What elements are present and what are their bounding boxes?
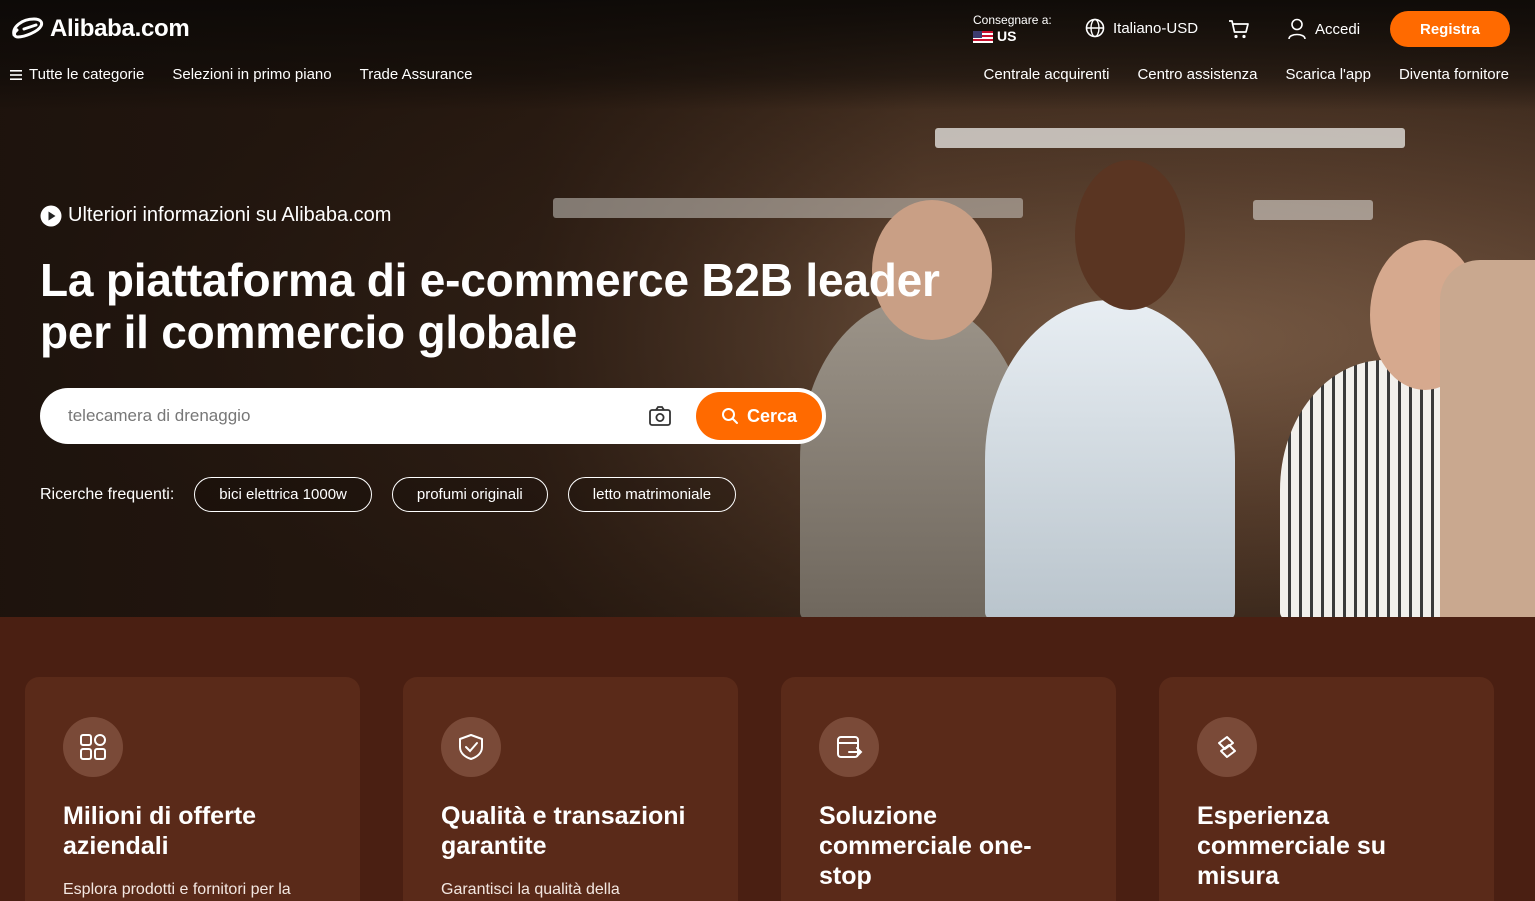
nav-item-label: Tutte le categorie xyxy=(29,66,145,83)
feature-card-title: Milioni di offerte aziendali xyxy=(63,802,257,860)
frequent-searches-label: Ricerche frequenti: xyxy=(40,485,175,503)
user-icon xyxy=(1288,18,1306,40)
sign-in-label: Accedi xyxy=(1315,20,1361,38)
language-currency-label: Italiano-USD xyxy=(1113,19,1199,37)
feature-cards: Milioni di offerte aziendali Esplora pro… xyxy=(25,677,1494,901)
grid-icon xyxy=(63,717,123,777)
cart-icon[interactable] xyxy=(1227,17,1251,41)
hero-person-head xyxy=(1075,160,1185,310)
search-button-label: Cerca xyxy=(746,405,798,426)
tailored-icon xyxy=(1197,717,1257,777)
alibaba-logo[interactable]: Alibaba.com xyxy=(10,15,190,43)
frequent-searches: Ricerche frequenti: bici elettrica 1000w… xyxy=(40,477,737,512)
camera-search-icon[interactable] xyxy=(648,405,672,427)
us-flag-icon xyxy=(973,30,993,43)
nav-buyer-central[interactable]: Centrale acquirenti xyxy=(984,66,1110,83)
feature-card-title: Soluzione commerciale one-stop xyxy=(819,802,1032,890)
learn-more-link[interactable]: Ulteriori informazioni su Alibaba.com xyxy=(40,204,391,227)
headline-line: La piattaforma di e-commerce B2B leader xyxy=(40,254,940,306)
feature-card-desc: Esplora prodotti e fornitori per la xyxy=(63,881,291,898)
secondary-nav: Centrale acquirenti Centro assistenza Sc… xyxy=(984,66,1509,83)
nav-featured-selections[interactable]: Selezioni in primo piano xyxy=(172,66,331,83)
search-button[interactable]: Cerca xyxy=(696,392,822,440)
header-shade xyxy=(0,0,1535,110)
nav-item-label: Trade Assurance xyxy=(359,66,473,83)
feature-card: Esperienza commerciale su misura xyxy=(1159,677,1494,901)
hero-person-body xyxy=(985,300,1235,617)
nav-item-label: Selezioni in primo piano xyxy=(172,66,332,83)
feature-card: Soluzione commerciale one-stop xyxy=(781,677,1116,901)
feature-card-title: Esperienza commerciale su misura xyxy=(1197,802,1386,890)
language-currency-selector[interactable]: Italiano-USD xyxy=(1085,18,1198,38)
register-button[interactable]: Registra xyxy=(1390,11,1510,47)
headline-line: per il commercio globale xyxy=(40,306,578,358)
feature-card: Qualità e transazioni garantite Garantis… xyxy=(403,677,738,901)
card-transfer-icon xyxy=(819,717,879,777)
nav-become-supplier[interactable]: Diventa fornitore xyxy=(1399,66,1509,83)
ship-to-selector[interactable]: Consegnare a: US xyxy=(973,13,1052,44)
search-bar: Cerca xyxy=(40,388,826,444)
search-chip[interactable]: letto matrimoniale xyxy=(567,477,737,512)
search-icon xyxy=(721,408,738,424)
globe-icon xyxy=(1085,18,1105,38)
search-chip[interactable]: profumi originali xyxy=(391,477,548,512)
shield-check-icon xyxy=(441,717,501,777)
primary-nav: Tutte le categorie Selezioni in primo pi… xyxy=(10,66,472,83)
search-input[interactable] xyxy=(40,388,648,444)
ship-to-label: Consegnare a: xyxy=(973,13,1052,27)
nav-trade-assurance[interactable]: Trade Assurance xyxy=(360,66,473,83)
search-chip[interactable]: bici elettrica 1000w xyxy=(194,477,372,512)
sign-in-link[interactable]: Accedi xyxy=(1287,18,1360,40)
hero-headline: La piattaforma di e-commerce B2B leader … xyxy=(40,254,960,358)
decor-lamp xyxy=(1253,200,1373,220)
hero-person-body xyxy=(1440,260,1535,617)
ship-to-country: US xyxy=(997,28,1017,44)
learn-more-label: Ulteriori informazioni su Alibaba.com xyxy=(68,204,392,226)
menu-icon xyxy=(10,69,22,80)
logo-text: Alibaba.com xyxy=(50,15,190,42)
alibaba-logo-icon xyxy=(12,17,44,39)
feature-card-desc: Garantisci la qualità della xyxy=(441,881,620,898)
decor-lamp xyxy=(935,128,1405,148)
nav-help-center[interactable]: Centro assistenza xyxy=(1137,66,1257,83)
feature-card: Milioni di offerte aziendali Esplora pro… xyxy=(25,677,360,901)
nav-all-categories[interactable]: Tutte le categorie xyxy=(10,66,144,83)
play-icon xyxy=(40,205,62,226)
feature-card-title: Qualità e transazioni garantite xyxy=(441,802,686,860)
nav-download-app[interactable]: Scarica l'app xyxy=(1286,66,1371,83)
